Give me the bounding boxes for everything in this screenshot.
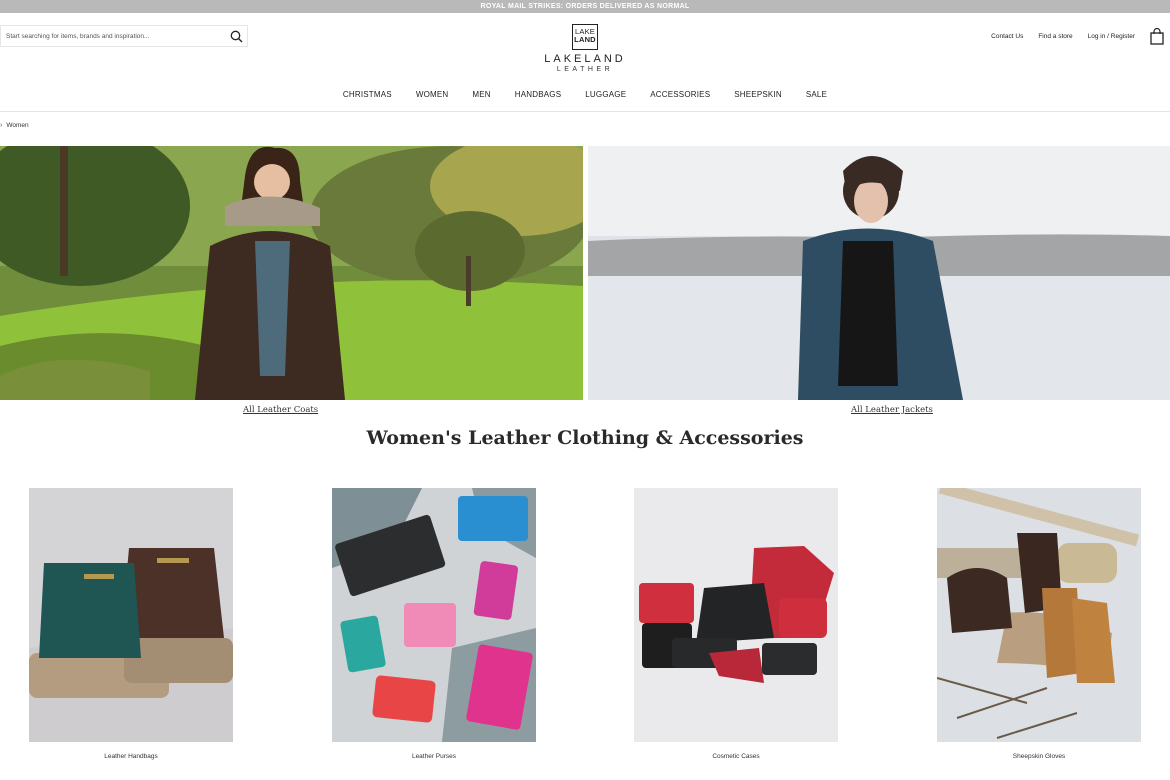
nav-luggage[interactable]: LUGGAGE (585, 90, 626, 99)
utility-links: Contact Us Find a store Log in / Registe… (991, 26, 1170, 46)
search-bar (0, 25, 248, 47)
main-nav: CHRISTMAS WOMEN MEN HANDBAGS LUGGAGE ACC… (0, 90, 1170, 99)
category-cosmetic-cases-image[interactable] (634, 488, 838, 742)
nav-sheepskin[interactable]: SHEEPSKIN (734, 90, 782, 99)
breadcrumb-current: Women (6, 122, 29, 129)
logo-mark: LAKE LAND (572, 24, 598, 50)
nav-men[interactable]: MEN (472, 90, 490, 99)
login-register-link[interactable]: Log in / Register (1088, 33, 1135, 40)
nav-sale[interactable]: SALE (806, 90, 827, 99)
announcement-bar: ROYAL MAIL STRIKES: ORDERS DELIVERED AS … (0, 0, 1170, 13)
category-handbags-image[interactable] (29, 488, 233, 742)
header-divider (0, 111, 1170, 112)
logo-subword: LEATHER (556, 66, 614, 73)
category-sheepskin-gloves-image[interactable] (937, 488, 1141, 742)
site-logo[interactable]: LAKE LAND LAKELAND LEATHER (540, 24, 630, 76)
all-leather-coats-link[interactable]: All Leather Coats (243, 405, 318, 415)
search-icon[interactable] (225, 26, 247, 46)
hero-leather-coats-image[interactable] (0, 146, 583, 400)
shopping-bag-icon[interactable] (1150, 27, 1164, 45)
search-input[interactable] (1, 26, 225, 46)
find-store-link[interactable]: Find a store (1038, 33, 1072, 40)
nav-accessories[interactable]: ACCESSORIES (650, 90, 710, 99)
category-sheepskin-gloves-label[interactable]: Sheepskin Gloves (937, 753, 1141, 760)
logo-box-line2: LAND (574, 35, 596, 44)
hero-leather-jackets-image[interactable] (588, 146, 1170, 400)
contact-us-link[interactable]: Contact Us (991, 33, 1023, 40)
chevron-right-icon: › (0, 122, 3, 129)
breadcrumb: › Women (0, 122, 29, 129)
category-handbags-label[interactable]: Leather Handbags (29, 753, 233, 760)
category-purses-image[interactable] (332, 488, 536, 742)
category-cosmetic-cases-label[interactable]: Cosmetic Cases (634, 753, 838, 760)
page-title: Women's Leather Clothing & Accessories (366, 427, 804, 449)
nav-christmas[interactable]: CHRISTMAS (343, 90, 392, 99)
category-purses-label[interactable]: Leather Purses (332, 753, 536, 760)
nav-women[interactable]: WOMEN (416, 90, 449, 99)
logo-wordmark: LAKELAND (544, 53, 626, 65)
nav-handbags[interactable]: HANDBAGS (515, 90, 562, 99)
all-leather-jackets-link[interactable]: All Leather Jackets (851, 405, 933, 415)
